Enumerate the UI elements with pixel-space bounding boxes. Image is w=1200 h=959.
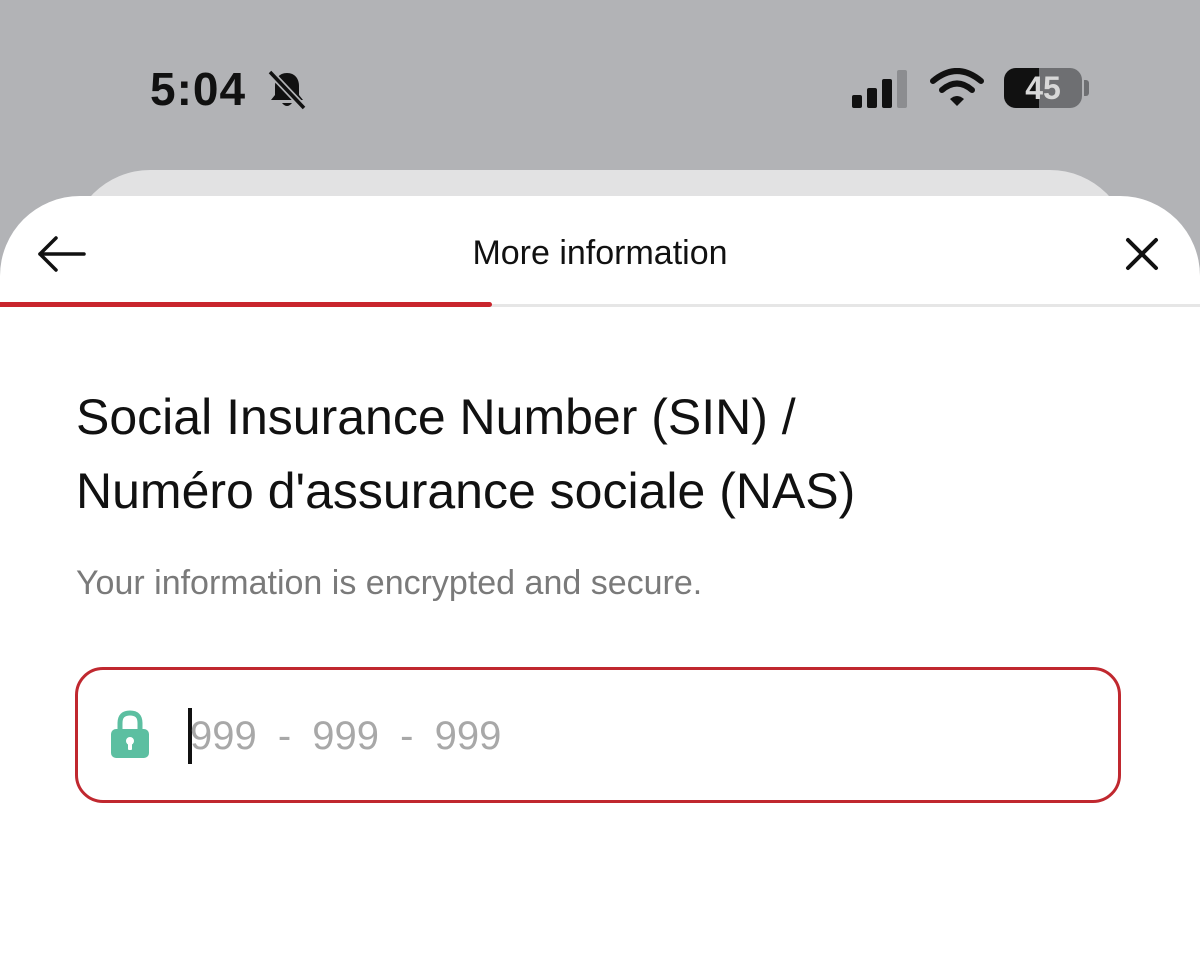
status-time: 5:04 [150,63,247,115]
app-screen: 5:04 45 More information Social Insuranc… [0,0,1200,959]
lock-icon [111,710,149,758]
wifi-icon [930,68,984,106]
bell-slash-icon [267,69,307,111]
sheet-header: More information [0,196,1200,306]
sin-field[interactable] [75,667,1121,803]
status-bar: 5:04 45 [0,0,1200,170]
battery-level: 45 [1025,70,1061,106]
security-note: Your information is encrypted and secure… [76,564,703,602]
page-title: Social Insurance Number (SIN) / Numéro d… [76,380,1136,528]
close-icon[interactable] [1120,232,1164,276]
page-title-line-1: Social Insurance Number (SIN) / [76,389,796,445]
battery-icon: 45 [1004,68,1082,108]
progress-bar [0,302,492,307]
page-title-line-2: Numéro d'assurance sociale (NAS) [76,463,856,519]
cellular-signal-icon [852,70,907,108]
sin-input[interactable] [190,694,1090,778]
modal-sheet: More information Social Insurance Number… [0,196,1200,959]
header-title: More information [472,234,728,272]
battery-nub [1084,80,1089,96]
